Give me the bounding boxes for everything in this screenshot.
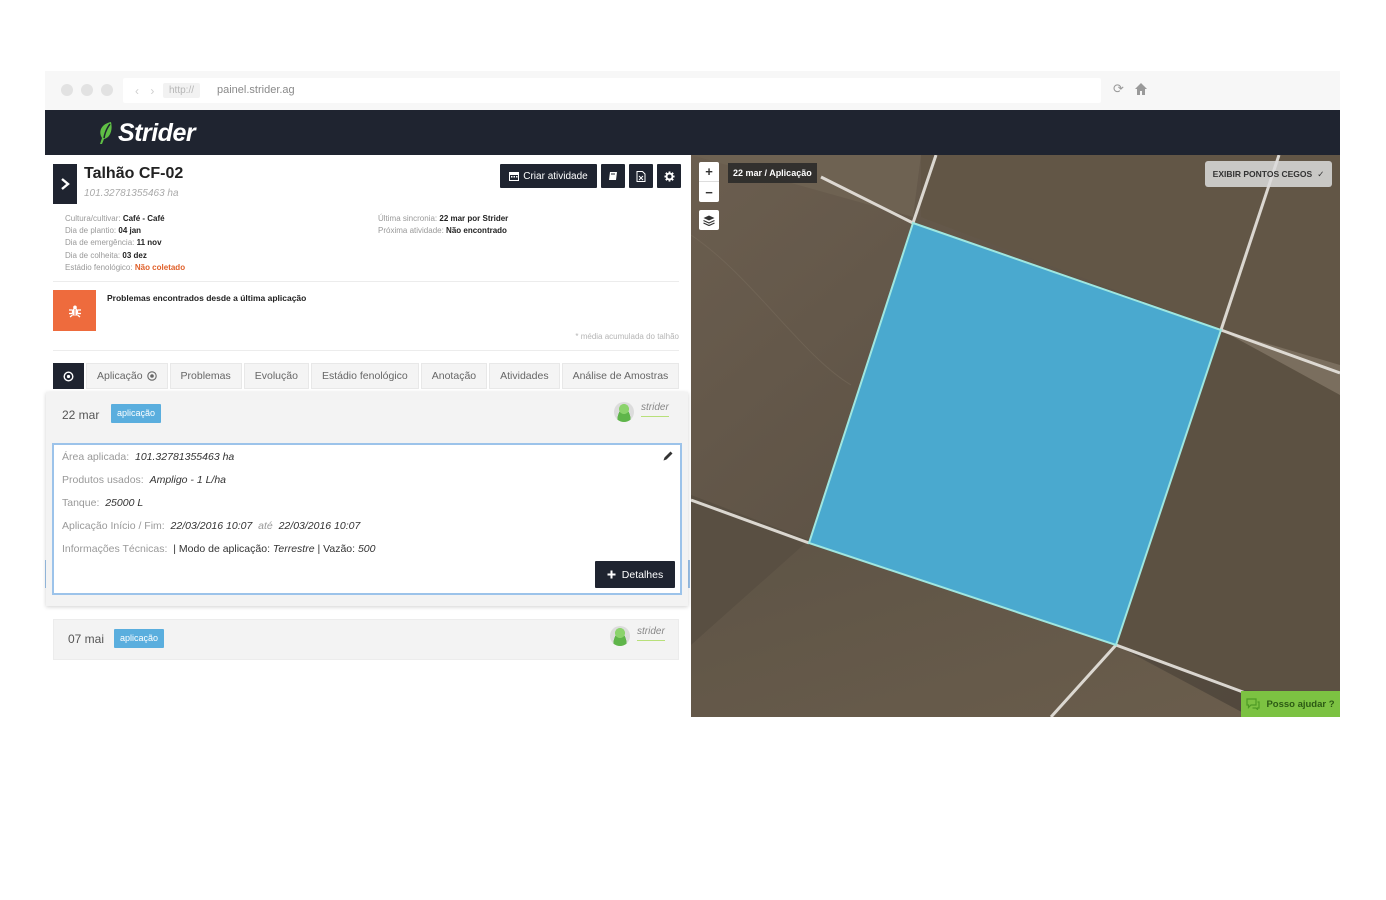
layers-button[interactable] [699,210,719,230]
create-activity-button[interactable]: Criar atividade [500,164,597,188]
field-panel: Talhão CF-02 101.32781355463 ha Criar at… [45,155,691,717]
tab-problems[interactable]: Problemas [169,363,242,389]
window-close-dot[interactable] [61,84,73,96]
bug-icon [68,305,81,318]
divider [53,281,679,282]
tab-sample-analysis-label: Análise de Amostras [572,370,669,382]
problems-text: Problemas encontrados desde a última apl… [107,293,307,303]
activity-card[interactable]: 22 mar aplicação strider Área aplicada: … [46,392,688,606]
tab-evolution[interactable]: Evolução [243,363,309,389]
book-icon [609,172,617,180]
tab-annotation-label: Anotação [431,370,477,382]
tab-annotation[interactable]: Anotação [420,363,488,389]
field-toolbar: Criar atividade [500,164,681,188]
file-excel-icon [636,170,646,182]
browser-window: ‹ › http:// painel.strider.ag ⟳ Strider … [45,71,1340,717]
create-activity-label: Criar atividade [523,170,588,182]
zoom-control: + − [699,162,719,202]
settings-button[interactable] [657,164,681,188]
tab-activities[interactable]: Atividades [489,363,560,389]
notebook-button[interactable] [601,164,625,188]
close-circle-icon[interactable] [146,371,157,381]
zoom-out-button[interactable]: − [699,182,719,202]
info-planting: Dia de plantio: 04 jan [65,226,142,236]
logo-text: Strider [118,118,196,147]
address-bar[interactable]: ‹ › http:// painel.strider.ag [123,78,1101,103]
calendar-icon [509,172,520,181]
activity-type-badge: aplicação [114,629,165,648]
average-note: * média acumulada do talhão [575,332,679,341]
field-info-right: Última sincronia: 22 mar por Strider Pró… [378,213,508,237]
field-title: Talhão CF-02 [84,165,184,182]
browser-toolbar: ‹ › http:// painel.strider.ag ⟳ [45,71,1340,110]
window-maximize-dot[interactable] [101,84,113,96]
tab-activities-label: Atividades [500,370,549,382]
plus-icon [607,570,616,579]
strider-logo[interactable]: Strider [97,118,196,148]
avatar [614,402,634,422]
help-label: Posso ajudar ? [1266,698,1335,710]
check-icon: ✓ [1317,168,1325,179]
tab-problems-label: Problemas [180,370,231,382]
activity-type-badge: aplicação [111,404,162,423]
detail-products: Produtos usados: Ampligo - 1 L/ha [62,474,227,486]
detail-tank: Tanque: 25000 L [62,497,144,509]
activity-details: Área aplicada: 101.32781355463 ha Produt… [52,443,682,595]
url-protocol: http:// [163,83,201,98]
chat-icon [1246,698,1261,710]
detail-period: Aplicação Início / Fim: 22/03/2016 10:07… [62,520,361,532]
export-report-button[interactable] [629,164,653,188]
activity-date: 07 mai [68,632,105,646]
info-next-activity: Próxima atividade: Não encontrado [378,226,507,236]
gear-icon [663,170,675,182]
map-imagery [691,155,1340,717]
info-emergence: Dia de emergência: 11 nov [65,238,162,248]
tab-phenology[interactable]: Estádio fenológico [310,363,419,389]
tab-application[interactable]: Aplicação [86,363,168,389]
divider [53,350,679,351]
target-icon [63,370,74,382]
map-date-label: 22 mar / Aplicação [728,163,817,183]
back-forward-arrows[interactable]: ‹ › [135,84,158,98]
details-button-label: Detalhes [621,568,664,581]
tab-all[interactable] [53,363,84,389]
details-button[interactable]: Detalhes [595,561,675,588]
chevron-right-icon [61,178,70,190]
activity-card[interactable]: 07 mai aplicação strider [53,619,679,660]
leaf-logo-icon [100,122,112,144]
tab-phenology-label: Estádio fenológico [321,370,408,382]
expand-panel-button[interactable] [53,164,77,204]
info-culture: Cultura/cultivar: Café - Café [65,214,165,223]
activity-tabs: Aplicação Problemas Evolução Estádio fen… [53,363,680,389]
blind-spots-label: EXIBIR PONTOS CEGOS [1212,169,1313,179]
activity-user: strider [610,626,665,646]
tab-evolution-label: Evolução [254,370,298,382]
activity-user: strider [614,402,669,422]
info-last-sync: Última sincronia: 22 mar por Strider [378,214,509,223]
avatar [610,626,630,646]
detail-area: Área aplicada: 101.32781355463 ha [62,451,235,463]
show-blind-spots-button[interactable]: EXIBIR PONTOS CEGOS ✓ [1205,161,1332,187]
satellite-map[interactable]: + − 22 mar / Aplicação EXIBIR PONTOS CEG… [691,155,1340,717]
info-harvest: Dia de colheita: 03 dez [65,250,147,260]
problems-indicator[interactable] [53,290,96,331]
field-info-left: Cultura/cultivar: Café - Café Dia de pla… [65,213,185,274]
tab-application-label: Aplicação [97,370,143,382]
layers-icon [703,215,715,226]
home-icon[interactable] [1134,82,1148,96]
tab-sample-analysis[interactable]: Análise de Amostras [561,363,680,389]
user-name: strider [637,626,665,641]
window-minimize-dot[interactable] [81,84,93,96]
activity-date: 22 mar [62,408,100,422]
help-chat-button[interactable]: Posso ajudar ? [1241,691,1340,717]
reload-icon[interactable]: ⟳ [1113,82,1127,96]
pencil-icon[interactable] [662,450,674,462]
user-name: strider [641,402,669,417]
detail-technical: Informações Técnicas: | Modo de aplicaçã… [62,543,376,555]
zoom-in-button[interactable]: + [699,162,719,182]
url-text[interactable]: painel.strider.ag [217,84,295,96]
field-area: 101.32781355463 ha [84,188,179,199]
app-header: Strider [45,110,1340,155]
info-phenology: Estádio fenológico: Não coletado [65,262,186,272]
